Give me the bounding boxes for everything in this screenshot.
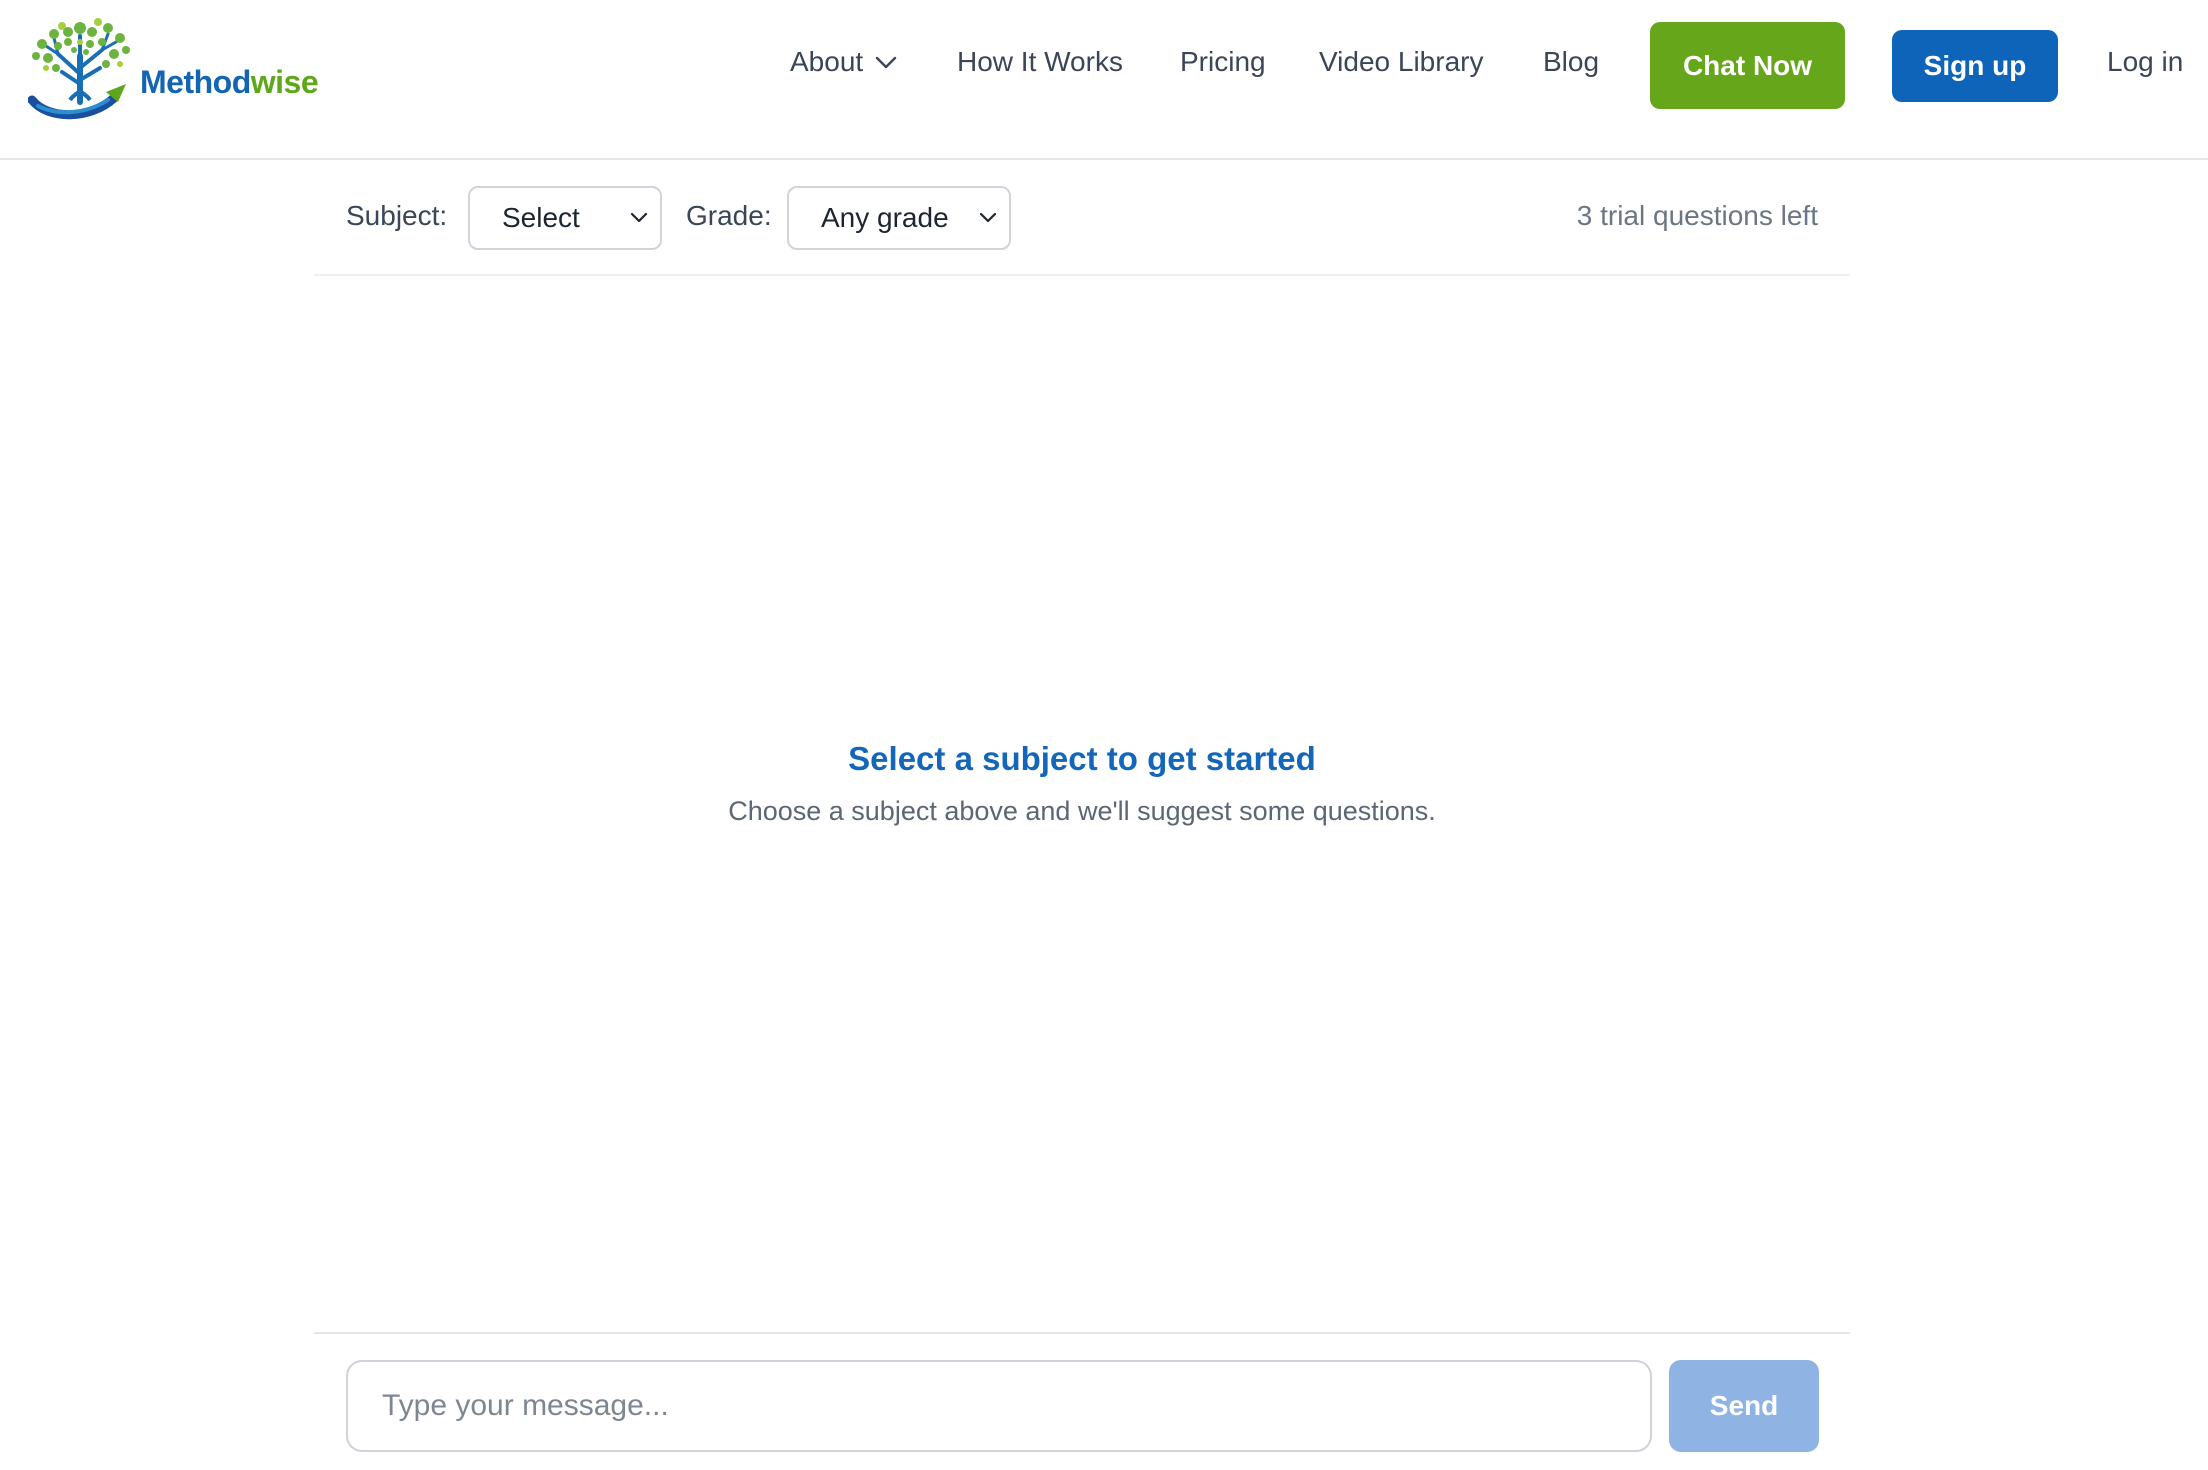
chat-now-button[interactable]: Chat Now (1650, 22, 1845, 109)
nav-blog[interactable]: Blog (1543, 46, 1599, 78)
empty-state: Select a subject to get started Choose a… (314, 740, 1850, 827)
nav-about-label: About (790, 46, 864, 77)
grade-label: Grade: (686, 200, 772, 231)
subject-select-value: Select (502, 202, 580, 233)
tree-logo-icon (28, 18, 130, 120)
brand-name: Methodwise (140, 64, 319, 101)
filter-bar: Subject: Select Grade: Any grade 3 trial… (314, 162, 1850, 276)
empty-state-title: Select a subject to get started (848, 740, 1316, 777)
nav-how-it-works[interactable]: How It Works (957, 46, 1123, 78)
message-composer: Send (314, 1332, 1850, 1452)
sign-up-button[interactable]: Sign up (1892, 30, 2058, 102)
send-button[interactable]: Send (1669, 1360, 1819, 1452)
grade-select[interactable]: Any grade (787, 186, 1011, 250)
message-input[interactable] (346, 1360, 1652, 1452)
grade-select-value: Any grade (821, 202, 949, 233)
brand-name-part1: Method (140, 64, 251, 100)
site-header: Methodwise About How It Works Pricing Vi… (0, 0, 2208, 160)
log-in-link[interactable]: Log in (2107, 46, 2183, 78)
subject-label: Subject: (346, 200, 448, 231)
brand-name-part2: wise (250, 64, 319, 100)
nav-pricing[interactable]: Pricing (1180, 46, 1266, 78)
chevron-down-icon (979, 212, 997, 223)
subject-select[interactable]: Select (468, 186, 662, 250)
chevron-down-icon (875, 56, 897, 69)
brand-logo[interactable]: Methodwise (28, 12, 378, 124)
empty-state-subtitle: Choose a subject above and we'll suggest… (728, 796, 1436, 826)
trial-questions-status: 3 trial questions left (1576, 200, 1818, 231)
nav-about[interactable]: About (790, 46, 897, 78)
chevron-down-icon (630, 212, 648, 223)
nav-video-library[interactable]: Video Library (1319, 46, 1483, 78)
